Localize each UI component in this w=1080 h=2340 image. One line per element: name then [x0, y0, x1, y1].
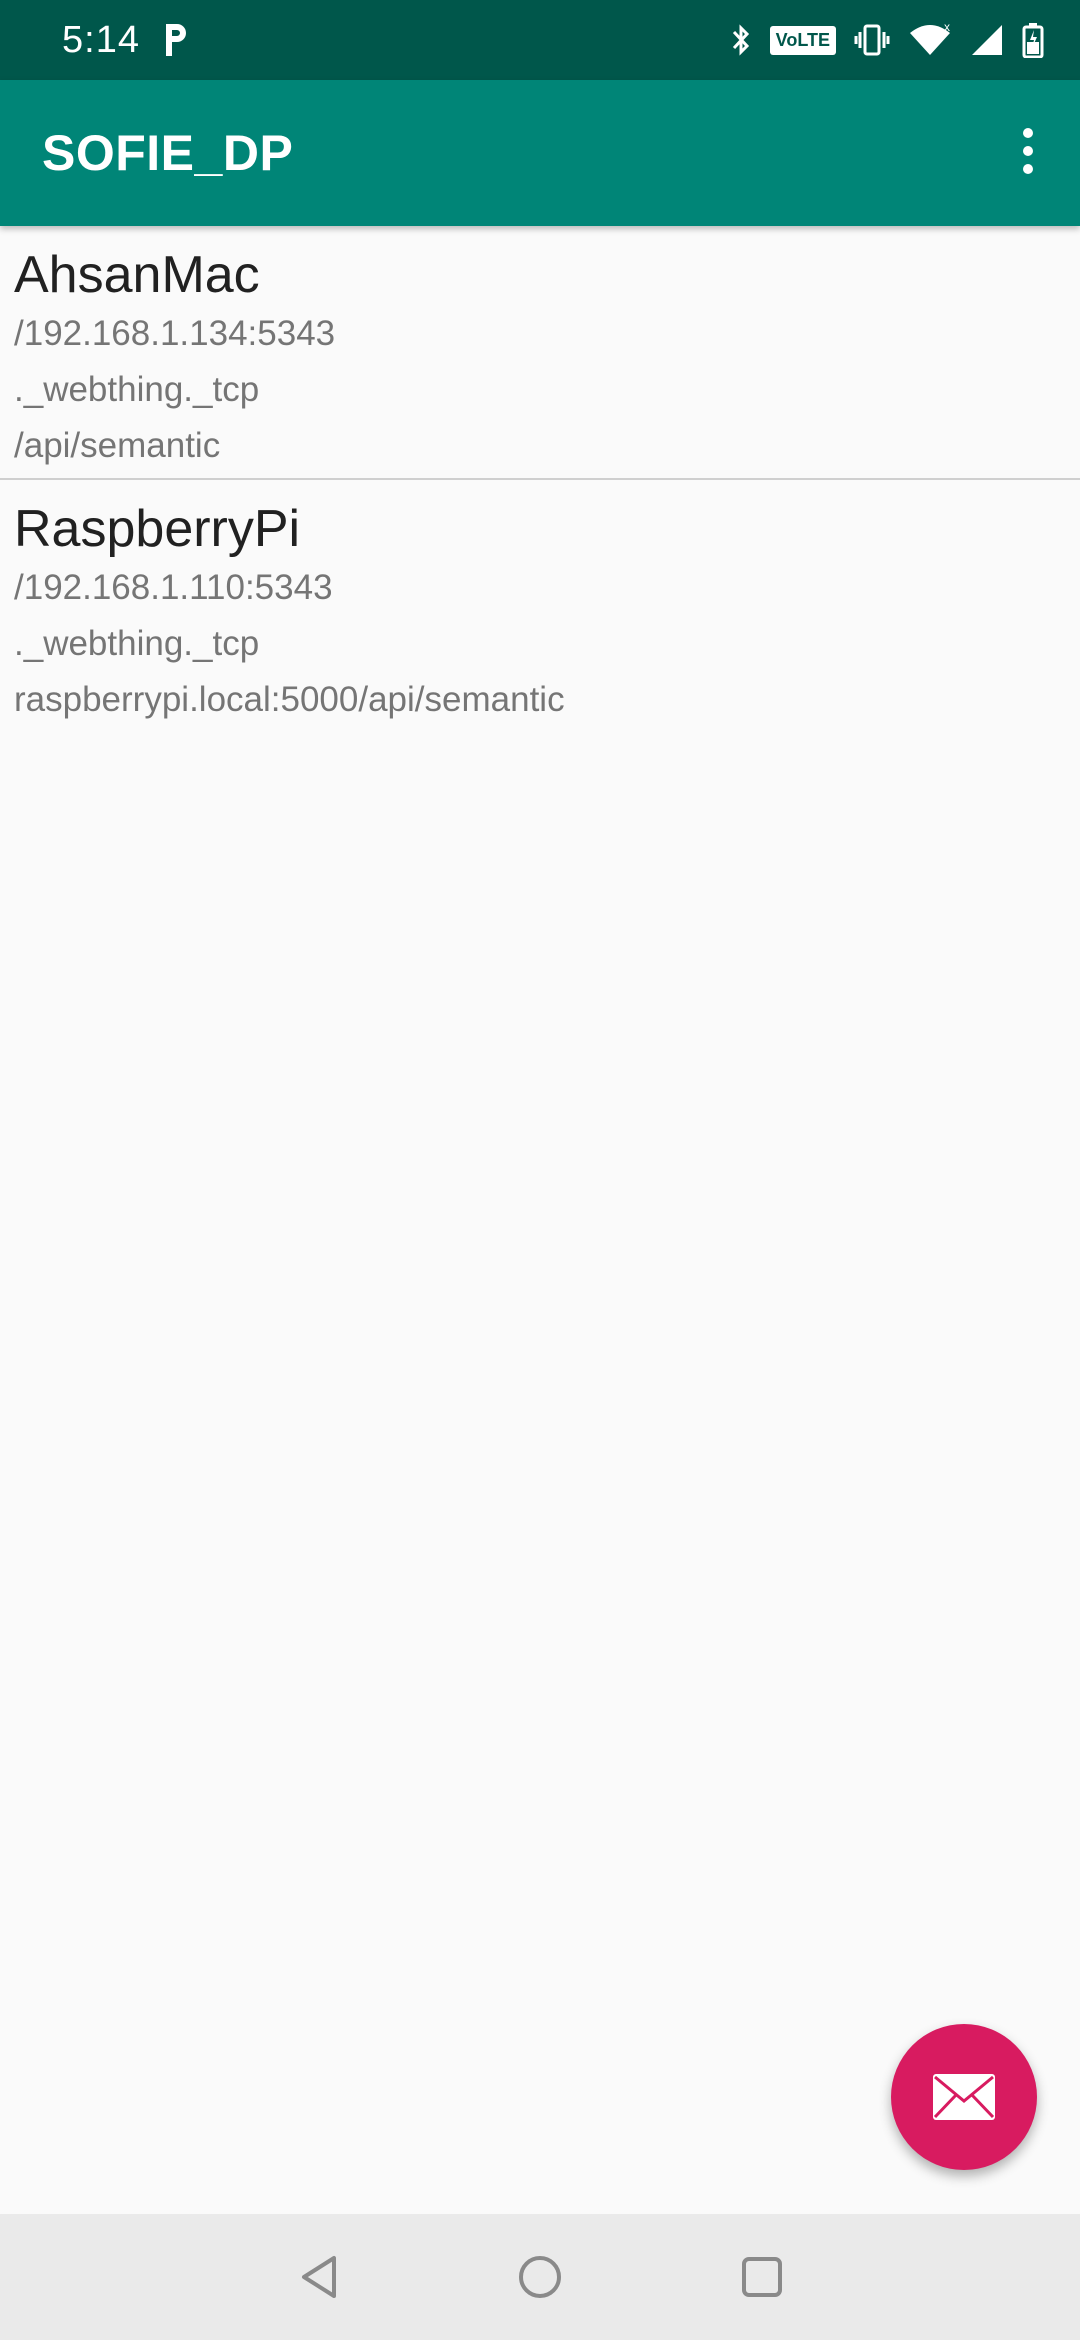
device-list-item[interactable]: AhsanMac /192.168.1.134:5343 ._webthing.… — [0, 226, 1080, 480]
email-icon — [933, 2074, 995, 2120]
signal-icon — [972, 25, 1002, 55]
overflow-menu-icon[interactable] — [1016, 128, 1040, 180]
parking-icon — [166, 24, 186, 56]
app-title: SOFIE_DP — [42, 125, 294, 181]
email-fab-button[interactable] — [891, 2024, 1037, 2170]
device-address: /192.168.1.134:5343 — [14, 314, 336, 353]
app-bar: SOFIE_DP — [0, 80, 1080, 226]
device-name: AhsanMac — [14, 246, 260, 304]
device-list-item[interactable]: RaspberryPi /192.168.1.110:5343 ._webthi… — [0, 480, 1080, 734]
device-address: /192.168.1.110:5343 — [14, 568, 333, 607]
back-icon[interactable] — [296, 2252, 346, 2302]
navigation-bar — [0, 2214, 1080, 2340]
recents-icon[interactable] — [737, 2252, 787, 2302]
svg-text:x: x — [944, 23, 950, 34]
device-path: raspberrypi.local:5000/api/semantic — [14, 680, 565, 719]
vibrate-icon — [854, 24, 890, 56]
device-service: ._webthing._tcp — [14, 624, 260, 663]
battery-icon — [1022, 23, 1044, 58]
device-path: /api/semantic — [14, 426, 221, 465]
device-list: AhsanMac /192.168.1.134:5343 ._webthing.… — [0, 226, 1080, 734]
home-icon[interactable] — [515, 2252, 565, 2302]
device-name: RaspberryPi — [14, 500, 301, 558]
status-time: 5:14 — [62, 19, 140, 61]
bluetooth-icon — [732, 24, 749, 56]
volte-icon: VoLTE — [769, 25, 836, 55]
status-bar: 5:14 VoLTE x — [0, 0, 1080, 80]
wifi-icon: x — [910, 23, 950, 55]
status-icons: VoLTE x — [730, 18, 1044, 62]
device-service: ._webthing._tcp — [14, 370, 260, 409]
